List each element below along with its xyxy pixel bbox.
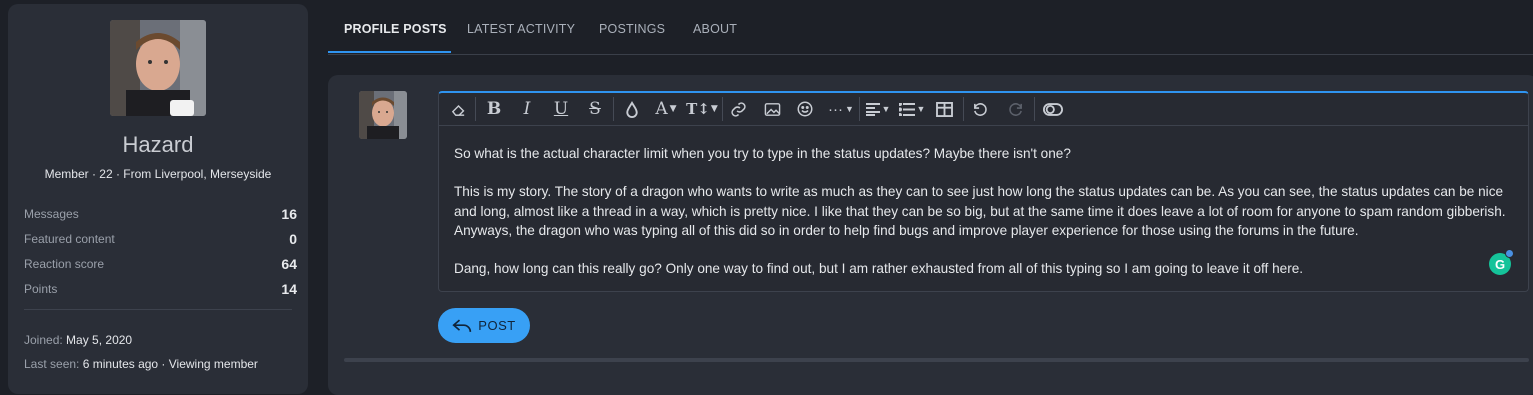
image-icon[interactable]: [761, 97, 783, 121]
bold-icon[interactable]: B: [483, 97, 505, 121]
tab-about[interactable]: ABOUT: [693, 22, 737, 36]
profile-stats: Messages 16 Featured content 0 Reaction …: [24, 201, 297, 301]
editor-paragraph: Dang, how long can this really go? Only …: [454, 261, 1304, 277]
sidebar-divider: [24, 309, 292, 310]
font-family-icon[interactable]: A ▼: [651, 97, 681, 121]
last-seen-value: 6 minutes ago · Viewing member: [82, 357, 258, 371]
panel-divider: [344, 358, 1529, 362]
post-button-label: POST: [478, 318, 516, 333]
smiley-icon[interactable]: [794, 97, 816, 121]
joined-label: Joined:: [24, 333, 63, 347]
toolbar-separator: [613, 97, 614, 121]
profile-username[interactable]: Hazard: [8, 132, 308, 158]
stat-label: Messages: [24, 206, 79, 221]
stat-label: Points: [24, 281, 58, 296]
align-icon[interactable]: ▼: [863, 97, 893, 121]
tab-latest-activity[interactable]: LATEST ACTIVITY: [467, 22, 575, 36]
stat-row: Points 14: [24, 276, 297, 301]
editor-content[interactable]: So what is the actual character limit wh…: [439, 126, 1528, 278]
toolbar-separator: [1034, 97, 1035, 121]
link-icon[interactable]: [727, 97, 749, 121]
active-tab-indicator: [328, 51, 451, 53]
stat-label: Reaction score: [24, 256, 105, 271]
reply-icon: [452, 319, 472, 332]
stat-value[interactable]: 16: [281, 206, 297, 222]
toolbar-separator: [475, 97, 476, 121]
stat-value[interactable]: 14: [281, 281, 297, 297]
joined-date: May 5, 2020: [66, 333, 133, 347]
eraser-icon[interactable]: [447, 97, 469, 121]
grammarly-status-dot: [1505, 249, 1514, 258]
table-icon[interactable]: [933, 97, 955, 121]
tab-postings[interactable]: POSTINGS: [599, 22, 665, 36]
toolbar-separator: [963, 97, 964, 121]
status-editor[interactable]: B I U S A ▼ T↕ ▼ ··· ▼ ▼ ▼ So what is th…: [438, 91, 1529, 292]
profile-user-title: Member · 22 · From Liverpool, Merseyside: [44, 167, 272, 181]
stat-value[interactable]: 64: [281, 256, 297, 272]
underline-icon[interactable]: U: [550, 97, 572, 121]
joined-info: Joined: May 5, 2020: [24, 333, 132, 347]
toolbar-separator: [722, 97, 723, 121]
composer-avatar[interactable]: [359, 91, 407, 139]
profile-sidebar: Hazard Member · 22 · From Liverpool, Mer…: [8, 4, 308, 394]
stat-label: Featured content: [24, 231, 115, 246]
toolbar-separator: [859, 97, 860, 121]
undo-icon[interactable]: [969, 97, 991, 121]
last-seen-label: Last seen:: [24, 357, 80, 371]
stat-row: Messages 16: [24, 201, 297, 226]
editor-paragraph: This is my story. The story of a dragon …: [454, 184, 1506, 238]
list-icon[interactable]: ▼: [897, 97, 927, 121]
profile-avatar[interactable]: [110, 20, 206, 116]
stat-value[interactable]: 0: [289, 231, 297, 247]
toggle-bbcode-icon[interactable]: [1041, 97, 1065, 121]
stat-row: Reaction score 64: [24, 251, 297, 276]
tab-profile-posts[interactable]: PROFILE POSTS: [344, 22, 447, 36]
redo-icon[interactable]: [1004, 97, 1026, 121]
strikethrough-icon[interactable]: S: [584, 97, 606, 121]
profile-post-panel: B I U S A ▼ T↕ ▼ ··· ▼ ▼ ▼ So what is th…: [328, 75, 1533, 395]
post-button[interactable]: POST: [438, 308, 530, 343]
last-seen-info: Last seen: 6 minutes ago · Viewing membe…: [24, 357, 258, 371]
text-color-icon[interactable]: [621, 97, 643, 121]
profile-tabs: PROFILE POSTS LATEST ACTIVITY POSTINGS A…: [328, 0, 1533, 55]
more-icon[interactable]: ··· ▼: [825, 97, 857, 121]
italic-icon[interactable]: I: [516, 97, 538, 121]
font-size-icon[interactable]: T↕ ▼: [686, 97, 718, 121]
editor-toolbar: B I U S A ▼ T↕ ▼ ··· ▼ ▼ ▼: [439, 93, 1528, 126]
editor-paragraph: So what is the actual character limit wh…: [454, 146, 1071, 161]
stat-row: Featured content 0: [24, 226, 297, 251]
